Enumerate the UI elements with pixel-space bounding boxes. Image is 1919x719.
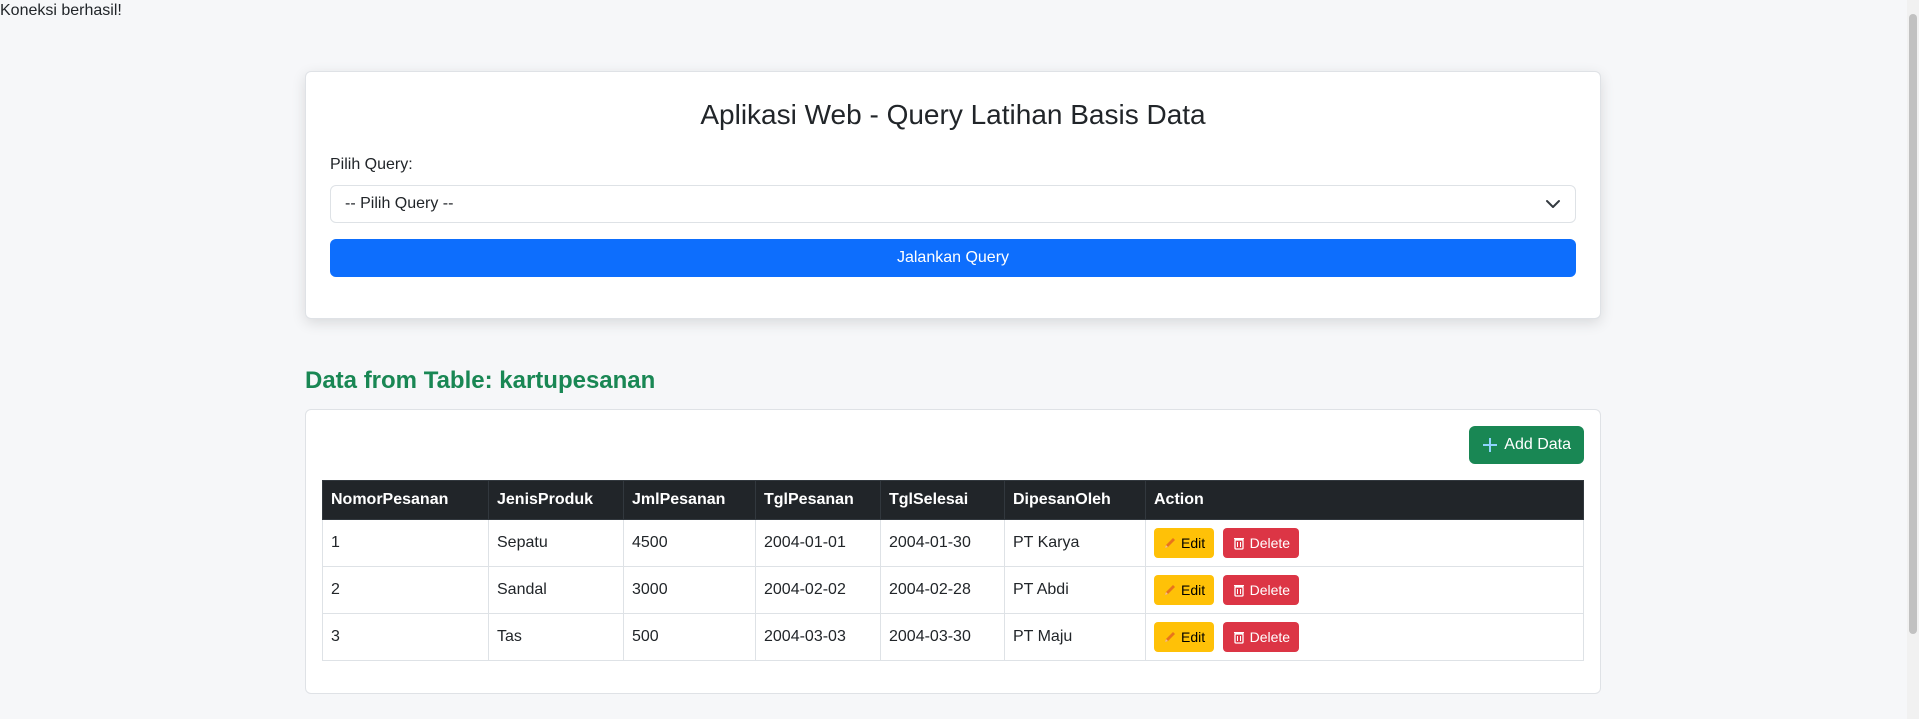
cell-jenis-produk: Sepatu <box>488 518 624 567</box>
trash-icon <box>1233 631 1244 644</box>
page-scrollbar[interactable] <box>1907 0 1919 719</box>
query-card: Aplikasi Web - Query Latihan Basis Data … <box>305 71 1601 319</box>
cell-dipesan-oleh: PT Abdi <box>1004 565 1146 614</box>
column-header: JenisProduk <box>488 479 624 520</box>
query-select-label: Pilih Query: <box>330 155 413 173</box>
add-data-label: Add Data <box>1504 435 1571 453</box>
cell-nomor-pesanan: 1 <box>322 518 489 567</box>
cell-jenis-produk: Sandal <box>488 565 624 614</box>
cell-action: Edit Delete <box>1145 612 1584 661</box>
table-row: 1 Sepatu 4500 2004-01-01 2004-01-30 PT K… <box>322 518 1584 567</box>
delete-label: Delete <box>1249 628 1291 645</box>
table-row: 2 Sandal 3000 2004-02-02 2004-02-28 PT A… <box>322 565 1584 614</box>
cell-jml-pesanan: 3000 <box>623 565 756 614</box>
chevron-down-icon <box>1546 199 1560 208</box>
table-section-title: Data from Table: kartupesanan <box>305 367 656 394</box>
data-table: NomorPesanan JenisProduk JmlPesanan TglP… <box>322 479 1584 661</box>
cell-dipesan-oleh: PT Maju <box>1004 612 1146 661</box>
cell-tgl-selesai: 2004-02-28 <box>880 565 1005 614</box>
table-row: 3 Tas 500 2004-03-03 2004-03-30 PT Maju … <box>322 612 1584 661</box>
cell-jml-pesanan: 4500 <box>623 518 756 567</box>
cell-tgl-pesanan: 2004-03-03 <box>755 612 881 661</box>
column-header: TglSelesai <box>880 479 1005 520</box>
pencil-icon <box>1165 584 1175 595</box>
trash-icon <box>1233 537 1244 550</box>
column-header: NomorPesanan <box>322 479 489 520</box>
plus-icon <box>1483 437 1498 452</box>
edit-label: Edit <box>1181 628 1206 645</box>
cell-tgl-pesanan: 2004-02-02 <box>755 565 881 614</box>
table-header-row: NomorPesanan JenisProduk JmlPesanan TglP… <box>322 479 1584 520</box>
add-data-button[interactable]: Add Data <box>1469 425 1584 464</box>
delete-label: Delete <box>1249 534 1291 551</box>
cell-tgl-pesanan: 2004-01-01 <box>755 518 881 567</box>
column-header: TglPesanan <box>755 479 881 520</box>
column-header: JmlPesanan <box>623 479 756 520</box>
trash-icon <box>1233 584 1244 597</box>
pencil-icon <box>1165 631 1175 642</box>
cell-nomor-pesanan: 3 <box>322 612 489 661</box>
cell-dipesan-oleh: PT Karya <box>1004 518 1146 567</box>
delete-button[interactable]: Delete <box>1222 527 1300 558</box>
delete-button[interactable]: Delete <box>1222 621 1300 652</box>
column-header: Action <box>1145 479 1584 520</box>
cell-jml-pesanan: 500 <box>623 612 756 661</box>
main-container: Aplikasi Web - Query Latihan Basis Data … <box>305 71 1601 694</box>
cell-tgl-selesai: 2004-03-30 <box>880 612 1005 661</box>
cell-tgl-selesai: 2004-01-30 <box>880 518 1005 567</box>
pencil-icon <box>1165 537 1175 548</box>
edit-button[interactable]: Edit <box>1154 574 1215 605</box>
cell-jenis-produk: Tas <box>488 612 624 661</box>
connection-status: Koneksi berhasil! <box>0 2 122 19</box>
run-query-button[interactable]: Jalankan Query <box>330 238 1576 277</box>
delete-button[interactable]: Delete <box>1222 574 1300 605</box>
cell-action: Edit Delete <box>1145 518 1584 567</box>
column-header: DipesanOleh <box>1004 479 1146 520</box>
table-toolbar: Add Data <box>322 425 1584 464</box>
query-select-value: -- Pilih Query -- <box>345 194 454 212</box>
cell-action: Edit Delete <box>1145 565 1584 614</box>
edit-label: Edit <box>1181 534 1206 551</box>
edit-label: Edit <box>1181 581 1206 598</box>
cell-nomor-pesanan: 2 <box>322 565 489 614</box>
edit-button[interactable]: Edit <box>1154 621 1215 652</box>
scrollbar-thumb[interactable] <box>1909 14 1917 634</box>
data-card: Add Data NomorPesanan JenisProduk JmlPes… <box>305 408 1601 694</box>
query-select[interactable]: -- Pilih Query -- <box>330 184 1576 223</box>
edit-button[interactable]: Edit <box>1154 527 1215 558</box>
delete-label: Delete <box>1249 581 1291 598</box>
page-title: Aplikasi Web - Query Latihan Basis Data <box>700 99 1206 130</box>
